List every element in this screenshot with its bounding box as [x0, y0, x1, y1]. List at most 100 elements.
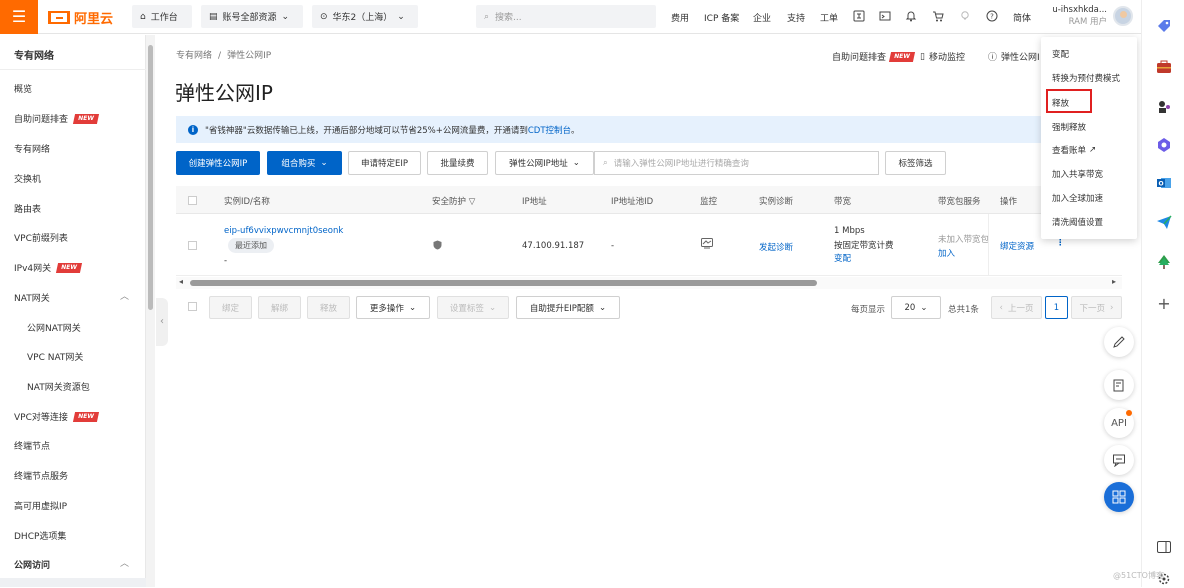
sidebar-item-public-nat[interactable]: 公网NAT网关 [27, 321, 81, 334]
terminal-icon[interactable] [878, 9, 892, 23]
bind-button[interactable]: 绑定 [209, 296, 252, 319]
panel-toggle-icon[interactable] [1155, 538, 1173, 556]
sidebar-item-route-table[interactable]: 路由表 [14, 202, 41, 215]
menu-icon[interactable]: ☰ [0, 0, 38, 34]
sidebar-item-troubleshoot[interactable]: 自助问题排查 NEW [14, 112, 99, 125]
batch-renew-button[interactable]: 批量续费 [427, 151, 488, 175]
nav-link-support[interactable]: 支持 [787, 11, 805, 24]
user-info[interactable]: u-ihsxhkda... RAM 用户 [1047, 4, 1107, 28]
menu-item-scrubbing-threshold[interactable]: 清洗阈值设置 [1052, 216, 1103, 228]
filter-field-select[interactable]: 弹性公网IP地址 ⌄ [495, 151, 594, 175]
per-page-select[interactable]: 20 ⌄ [891, 296, 941, 319]
breadcrumb-parent[interactable]: 专有网络 [176, 51, 212, 61]
monitor-icon[interactable] [701, 238, 713, 252]
language-switch[interactable]: 简体 [1013, 11, 1031, 24]
collapse-sidebar-button[interactable]: ‹ [156, 298, 168, 346]
next-page-button[interactable]: 下一页 › [1071, 296, 1122, 319]
send-icon[interactable] [1155, 213, 1173, 231]
change-spec-link[interactable]: 变配 [834, 252, 851, 264]
briefcase-icon[interactable] [1155, 58, 1173, 76]
release-button[interactable]: 释放 [307, 296, 350, 319]
region-select[interactable]: ⊙ 华东2（上海） ⌄ [312, 5, 418, 28]
tag-icon[interactable] [1155, 17, 1173, 35]
plus-icon[interactable]: + [1155, 294, 1173, 313]
sidebar-item-vswitch[interactable]: 交换机 [14, 172, 41, 185]
sidebar-item-dhcp[interactable]: DHCP选项集 [14, 529, 66, 542]
mobile-monitor-link[interactable]: ▯ 移动监控 [920, 50, 965, 64]
apply-specific-eip-button[interactable]: 申请特定EIP [348, 151, 421, 175]
tag-filter-button[interactable]: 标签筛选 [885, 151, 946, 175]
scrollbar-thumb[interactable] [148, 45, 153, 310]
join-package-link[interactable]: 加入 [938, 247, 955, 259]
select-all-checkbox-bottom[interactable] [188, 302, 197, 311]
shield-icon[interactable] [433, 240, 442, 253]
bundle-purchase-button[interactable]: 组合购买 ⌄ [267, 151, 342, 175]
nav-link-icp[interactable]: ICP 备案 [704, 11, 739, 24]
sidebar-item-nat-package[interactable]: NAT网关资源包 [27, 380, 90, 393]
select-all-checkbox[interactable] [188, 196, 197, 205]
cloud-shell-icon[interactable] [852, 9, 866, 23]
sidebar-item-nat-gateway[interactable]: NAT网关 [14, 291, 50, 304]
sidebar-item-overview[interactable]: 概览 [14, 82, 32, 95]
instance-id-link[interactable]: eip-uf6vvixpwvcmnjt0seonk [224, 226, 343, 236]
copilot-icon[interactable] [1155, 136, 1173, 154]
more-actions-icon[interactable]: ⋮ [1056, 238, 1065, 248]
sidebar-item-prefix-list[interactable]: VPC前缀列表 [14, 231, 68, 244]
row-checkbox[interactable] [188, 241, 197, 250]
nav-link-ticket[interactable]: 工单 [820, 11, 838, 24]
menu-item-convert-prepaid[interactable]: 转换为预付费模式 [1052, 72, 1120, 84]
unbind-button[interactable]: 解绑 [258, 296, 301, 319]
set-tags-button[interactable]: 设置标签 ⌄ [437, 296, 509, 319]
sidebar-selected-item[interactable] [0, 578, 146, 587]
menu-item-join-global-accelerator[interactable]: 加入全球加速 [1052, 192, 1103, 204]
apps-icon[interactable] [1104, 482, 1134, 512]
sidebar-item-havip[interactable]: 高可用虚拟IP [14, 499, 67, 512]
sidebar-item-endpoint-service[interactable]: 终端节点服务 [14, 469, 68, 482]
sidebar-item-ipv4-gateway[interactable]: IPv4网关 NEW [14, 261, 82, 274]
diagnose-link[interactable]: 发起诊断 [759, 241, 793, 253]
workbench-button[interactable]: ⌂ 工作台 [132, 5, 192, 28]
troubleshoot-link[interactable]: 自助问题排查 NEW [832, 50, 915, 63]
scroll-right-icon[interactable]: ▸ [1112, 277, 1116, 286]
sidebar-item-vpc-nat[interactable]: VPC NAT网关 [27, 350, 83, 363]
create-eip-button[interactable]: 创建弹性公网IP [176, 151, 260, 175]
menu-item-force-release[interactable]: 强制释放 [1052, 121, 1086, 133]
quota-increase-button[interactable]: 自助提升EIP配额 ⌄ [516, 296, 620, 319]
feedback-icon[interactable] [1104, 445, 1134, 475]
sidebar-scrollbar[interactable] [146, 35, 155, 587]
sidebar-item-vpc[interactable]: 专有网络 [14, 142, 50, 155]
notes-icon[interactable] [1104, 370, 1134, 400]
menu-item-change-spec[interactable]: 变配 [1052, 48, 1069, 60]
nav-link-fee[interactable]: 费用 [671, 11, 689, 24]
cart-icon[interactable] [931, 9, 945, 23]
edit-icon[interactable] [1104, 327, 1134, 357]
avatar[interactable] [1113, 6, 1133, 26]
lightbulb-icon[interactable] [958, 9, 972, 23]
scroll-left-icon[interactable]: ◂ [179, 277, 183, 286]
more-operations-button[interactable]: 更多操作 ⌄ [356, 296, 430, 319]
sidebar-item-vpc-peering[interactable]: VPC对等连接 NEW [14, 410, 99, 423]
account-scope-select[interactable]: ▤ 账号全部资源 ⌄ [201, 5, 303, 28]
scrollbar-thumb[interactable] [190, 280, 817, 286]
chevron-up-icon[interactable]: ︿ [120, 289, 130, 302]
table-horizontal-scrollbar[interactable]: ◂ ▸ [176, 277, 1122, 289]
help-doc-link[interactable]: ⓘ 弹性公网I [988, 50, 1040, 63]
page-1-button[interactable]: 1 [1045, 296, 1068, 319]
aliyun-logo[interactable]: 阿里云 [48, 8, 113, 27]
cdt-console-link[interactable]: CDT控制台 [528, 126, 571, 136]
filter-icon[interactable]: ▽ [469, 197, 476, 207]
global-search-input[interactable]: ⌕ 搜索... [476, 5, 656, 28]
bell-icon[interactable] [904, 9, 918, 23]
bind-resource-link[interactable]: 绑定资源 [1000, 240, 1034, 252]
menu-item-join-shared-bandwidth[interactable]: 加入共享带宽 [1052, 168, 1103, 180]
eip-search-input[interactable]: ⌕ 请输入弹性公网IP地址进行精确查询 [594, 151, 879, 175]
menu-item-view-bill[interactable]: 查看账单 ↗ [1052, 144, 1096, 156]
nav-link-enterprise[interactable]: 企业 [753, 11, 771, 24]
chess-icon[interactable] [1155, 98, 1173, 116]
sidebar-item-public-access[interactable]: 公网访问 [14, 558, 50, 571]
sidebar-item-endpoint[interactable]: 终端节点 [14, 439, 50, 452]
chevron-up-icon[interactable]: ︿ [120, 556, 130, 569]
api-button[interactable]: API [1104, 408, 1134, 438]
outlook-icon[interactable]: O [1155, 174, 1173, 192]
prev-page-button[interactable]: ‹ 上一页 [991, 296, 1042, 319]
